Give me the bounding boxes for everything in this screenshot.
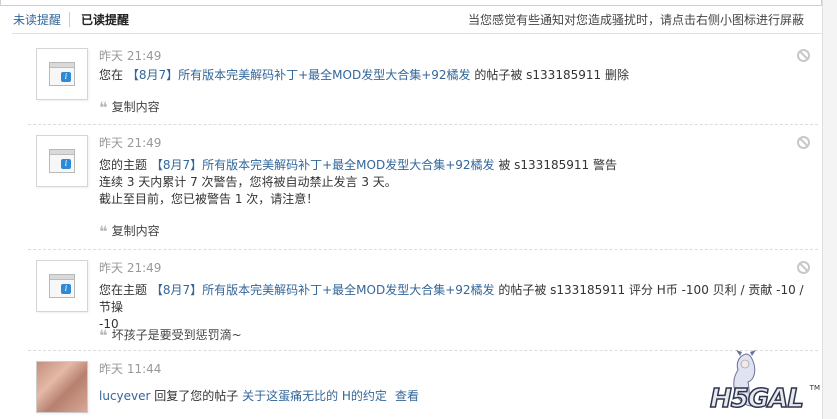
user-link[interactable]: lucyever xyxy=(99,389,150,403)
trademark-mark: TM xyxy=(809,384,820,392)
block-icon[interactable] xyxy=(797,136,810,149)
notice-time: 昨天 21:49 xyxy=(99,49,162,63)
warning-rule-text: 连续 3 天内累计 7 次警告，您将被自动禁止发言 3 天。 xyxy=(99,175,397,189)
block-icon[interactable] xyxy=(797,49,810,62)
tab-unread[interactable]: 未读提醒 xyxy=(13,11,61,28)
system-avatar: i xyxy=(36,135,88,187)
tab-read[interactable]: 已读提醒 xyxy=(81,11,129,28)
notice-item: i 昨天 21:49 您在主题 【8月7】所有版本完美解码补丁+最全MOD发型大… xyxy=(28,250,818,351)
quote-mark-icon: ❝ xyxy=(99,222,108,241)
logo-text: H5GAL xyxy=(709,383,804,415)
notice-quote: ❝ 复制内容 xyxy=(99,98,160,117)
top-frame-edge xyxy=(0,0,822,6)
thread-link[interactable]: 【8月7】所有版本完美解码补丁+最全MOD发型大合集+92橘发 xyxy=(151,283,495,297)
block-hint-text: 当您感觉有些通知对您造成骚扰时，请点击右侧小图标进行屏蔽 xyxy=(467,13,804,27)
notice-tabs: 未读提醒 已读提醒 当您感觉有些通知对您造成骚扰时，请点击右侧小图标进行屏蔽 xyxy=(0,8,822,30)
scrollbar[interactable] xyxy=(822,0,837,419)
tab-divider xyxy=(69,12,70,27)
block-icon[interactable] xyxy=(797,261,810,274)
system-avatar: i xyxy=(36,48,88,100)
user-avatar[interactable] xyxy=(36,361,88,413)
notice-time: 昨天 21:49 xyxy=(99,261,162,275)
thread-link[interactable]: 【8月7】所有版本完美解码补丁+最全MOD发型大合集+92橘发 xyxy=(127,68,471,82)
view-link[interactable]: 查看 xyxy=(395,389,419,403)
notice-message: 您在 【8月7】所有版本完美解码补丁+最全MOD发型大合集+92橘发 的帖子被 … xyxy=(99,68,629,82)
tabs-divider xyxy=(12,33,822,34)
notice-quote: ❝ 坏孩子是要受到惩罚滴~ xyxy=(99,326,242,345)
thread-link[interactable]: 关于这蛋痛无比的 H的约定 xyxy=(242,389,387,403)
warning-count-text: 截止至目前，您已被警告 1 次，请注意！ xyxy=(99,192,319,206)
notice-message: lucyever 回复了您的帖子 关于这蛋痛无比的 H的约定 查看 xyxy=(99,389,419,403)
system-avatar: i xyxy=(36,260,88,312)
quote-mark-icon: ❝ xyxy=(99,326,108,345)
system-notice-icon: i xyxy=(49,149,75,173)
notice-item: i 昨天 21:49 您在 【8月7】所有版本完美解码补丁+最全MOD发型大合集… xyxy=(28,38,818,125)
system-notice-icon: i xyxy=(49,274,75,298)
notice-item: 昨天 11:44 lucyever 回复了您的帖子 关于这蛋痛无比的 H的约定查… xyxy=(28,351,818,419)
thread-link[interactable]: 【8月7】所有版本完美解码补丁+最全MOD发型大合集+92橘发 xyxy=(151,158,495,172)
notice-time: 昨天 21:49 xyxy=(99,136,162,150)
notice-time: 昨天 11:44 xyxy=(99,362,162,376)
system-notice-icon: i xyxy=(49,62,75,86)
notice-message: 您的主题 【8月7】所有版本完美解码补丁+最全MOD发型大合集+92橘发 被 s… xyxy=(99,157,809,208)
notice-quote: ❝ 复制内容 xyxy=(99,222,160,241)
quote-mark-icon: ❝ xyxy=(99,98,108,117)
site-logo: H5GAL TM xyxy=(704,346,822,419)
notice-item: i 昨天 21:49 您的主题 【8月7】所有版本完美解码补丁+最全MOD发型大… xyxy=(28,125,818,250)
